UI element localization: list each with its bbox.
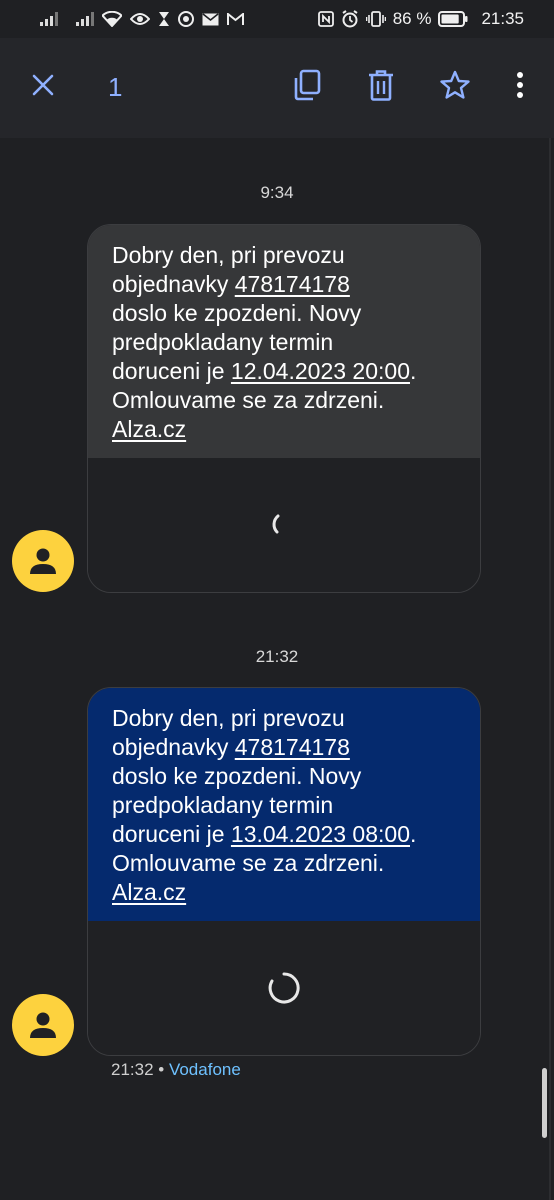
person-icon bbox=[30, 1012, 56, 1038]
status-bar: 86 % 21:35 bbox=[0, 0, 554, 38]
message-text: Dobry den, pri prevozu objednavky 478174… bbox=[88, 688, 480, 921]
copy-button[interactable] bbox=[290, 68, 324, 102]
status-icons-right: 86 % 21:35 bbox=[317, 9, 524, 29]
message-text-segment: objednavky bbox=[112, 734, 235, 760]
person-icon bbox=[30, 548, 56, 574]
message-line: doruceni je 13.04.2023 08:00. bbox=[112, 820, 456, 849]
scrollbar-thumb[interactable] bbox=[542, 1068, 547, 1138]
scroll-track bbox=[549, 138, 551, 1200]
wifi-icon bbox=[102, 11, 122, 27]
meta-separator: • bbox=[153, 1060, 169, 1079]
delete-icon bbox=[369, 70, 393, 101]
message-text-segment: . bbox=[409, 821, 417, 847]
more-vert-icon bbox=[517, 72, 523, 98]
eye-icon bbox=[130, 12, 150, 26]
date-link[interactable]: 12.04.2023 20:00 bbox=[231, 358, 410, 384]
message-bubble[interactable]: Dobry den, pri prevozu objednavky 478174… bbox=[87, 224, 481, 593]
message-bubble-selected[interactable]: Dobry den, pri prevozu objednavky 478174… bbox=[87, 687, 481, 1056]
message-line: predpokladany termin bbox=[112, 329, 334, 355]
selected-count: 1 bbox=[108, 72, 123, 102]
battery-icon bbox=[438, 11, 468, 27]
signal-icon bbox=[40, 12, 58, 26]
status-icons-left bbox=[40, 9, 244, 29]
message-line: Dobry den, pri prevozu bbox=[112, 705, 345, 731]
message-text-segment: objednavky bbox=[112, 271, 235, 297]
star-icon bbox=[440, 70, 470, 99]
message-text-segment: doruceni je bbox=[112, 821, 231, 847]
message-line: Alza.cz bbox=[112, 878, 456, 907]
message-line: predpokladany termin bbox=[112, 792, 334, 818]
loading-spinner-icon bbox=[268, 972, 300, 1004]
message-line: Dobry den, pri prevozu bbox=[112, 242, 345, 268]
message-line: doslo ke zpozdeni. Novy bbox=[112, 300, 362, 326]
message-line: objednavky 478174178 bbox=[112, 733, 456, 762]
selection-toolbar: 1 bbox=[0, 38, 554, 138]
link-preview[interactable] bbox=[88, 458, 480, 592]
date-link[interactable]: 13.04.2023 08:00 bbox=[231, 821, 410, 847]
more-options-button[interactable] bbox=[503, 68, 537, 102]
nfc-icon bbox=[317, 11, 334, 27]
order-number-link[interactable]: 478174178 bbox=[235, 271, 350, 297]
chrome-icon bbox=[178, 11, 194, 27]
message-meta: 21:32 • Vodafone bbox=[111, 1060, 241, 1080]
close-icon bbox=[32, 74, 54, 96]
conversation-view[interactable]: 9:34 Dobry den, pri prevozu objednavky 4… bbox=[0, 138, 554, 1200]
alza-link[interactable]: Alza.cz bbox=[112, 416, 186, 442]
link-preview[interactable] bbox=[88, 921, 480, 1055]
message-line: doruceni je 12.04.2023 20:00. bbox=[112, 357, 456, 386]
hourglass-icon bbox=[158, 11, 170, 27]
message-line: doslo ke zpozdeni. Novy bbox=[112, 763, 362, 789]
email-icon bbox=[202, 12, 219, 26]
gmail-icon bbox=[227, 12, 244, 26]
clock: 21:35 bbox=[481, 9, 524, 28]
battery-percent: 86 % bbox=[392, 9, 432, 28]
message-text-segment: . bbox=[409, 358, 417, 384]
avatar[interactable] bbox=[12, 994, 74, 1056]
message-timestamp: 21:32 bbox=[255, 647, 299, 666]
message-text: Dobry den, pri prevozu objednavky 478174… bbox=[88, 225, 480, 458]
delete-button[interactable] bbox=[364, 68, 398, 102]
message-line: objednavky 478174178 bbox=[112, 270, 456, 299]
message-text-segment: doruceni je bbox=[112, 358, 231, 384]
alza-link[interactable]: Alza.cz bbox=[112, 879, 186, 905]
carrier-label: Vodafone bbox=[168, 1060, 241, 1079]
alarm-icon bbox=[341, 10, 359, 28]
loading-spinner-icon bbox=[272, 514, 280, 534]
signal-icon bbox=[76, 12, 94, 26]
vibrate-icon bbox=[365, 11, 386, 27]
avatar[interactable] bbox=[12, 530, 74, 592]
message-time: 21:32 bbox=[111, 1060, 154, 1079]
message-timestamp: 9:34 bbox=[260, 183, 294, 202]
message-line: Alza.cz bbox=[112, 415, 456, 444]
message-line: Omlouvame se za zdrzeni. bbox=[112, 387, 385, 413]
message-line: Omlouvame se za zdrzeni. bbox=[112, 850, 385, 876]
order-number-link[interactable]: 478174178 bbox=[235, 734, 350, 760]
copy-icon bbox=[294, 69, 321, 101]
star-button[interactable] bbox=[438, 68, 472, 102]
close-selection-button[interactable] bbox=[26, 68, 60, 102]
